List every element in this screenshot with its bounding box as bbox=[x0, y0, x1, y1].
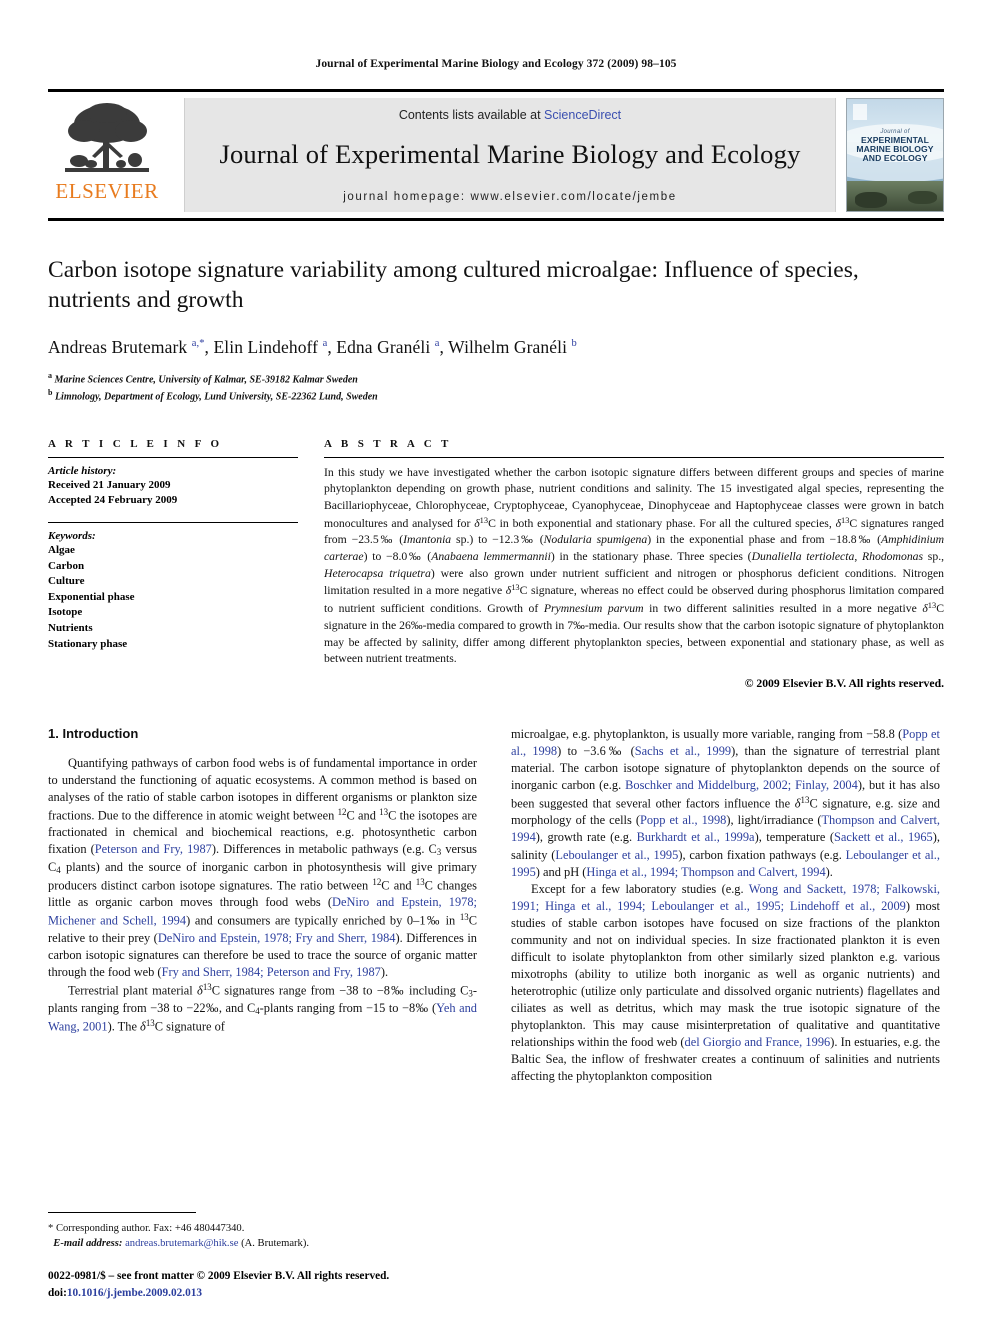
footnote-area: * Corresponding author. Fax: +46 4804473… bbox=[48, 1211, 477, 1301]
affiliation-a-marker: a bbox=[48, 371, 52, 381]
cover-elsevier-mark-icon bbox=[853, 104, 867, 120]
body-column-left: 1. Introduction Quantifying pathways of … bbox=[48, 726, 477, 1085]
email-note: E-mail address: andreas.brutemark@hik.se… bbox=[48, 1236, 477, 1251]
journal-masthead: ELSEVIER Contents lists available at Sci… bbox=[48, 89, 944, 218]
title-block: Carbon isotope signature variability amo… bbox=[48, 255, 944, 405]
keyword-item: Isotope bbox=[48, 606, 83, 619]
cover-title: Journal of EXPERIMENTAL MARINE BIOLOGY A… bbox=[847, 129, 943, 163]
keyword-item: Nutrients bbox=[48, 622, 93, 635]
body-columns: 1. Introduction Quantifying pathways of … bbox=[48, 726, 944, 1085]
article-page: Journal of Experimental Marine Biology a… bbox=[0, 0, 992, 1323]
keywords-label: Keywords: bbox=[48, 530, 96, 543]
abstract-copyright: © 2009 Elsevier B.V. All rights reserved… bbox=[744, 676, 944, 690]
paragraph: Terrestrial plant material δ13C signatur… bbox=[48, 982, 478, 1034]
sciencedirect-link[interactable]: ScienceDirect bbox=[544, 108, 621, 122]
article-info-heading: A R T I C L E I N F O bbox=[48, 437, 223, 450]
contents-prefix: Contents lists available at bbox=[398, 107, 545, 122]
corresponding-author-note: * Corresponding author. Fax: +46 4804473… bbox=[48, 1222, 245, 1234]
abstract-rule bbox=[324, 456, 944, 458]
paragraph: Except for a few laboratory studies (e.g… bbox=[511, 881, 940, 1084]
page-title: Carbon isotope signature variability amo… bbox=[48, 257, 859, 314]
article-history-accepted: Accepted 24 February 2009 bbox=[48, 494, 178, 507]
journal-cover-thumbnail[interactable]: Journal of EXPERIMENTAL MARINE BIOLOGY A… bbox=[846, 98, 944, 212]
running-head: Journal of Experimental Marine Biology a… bbox=[315, 58, 677, 70]
abstract-body: In this study we have investigated wheth… bbox=[324, 465, 945, 666]
abstract-column: A B S T R A C T In this study we have in… bbox=[324, 438, 944, 690]
keyword-item: Algae bbox=[48, 544, 75, 557]
info-abstract-row: A R T I C L E I N F O Article history: R… bbox=[48, 438, 944, 690]
keyword-item: Exponential phase bbox=[48, 590, 135, 603]
article-history-label: Article history: bbox=[48, 464, 117, 477]
affiliation-list: a Marine Sciences Centre, University of … bbox=[48, 370, 944, 405]
affiliation-b: b Limnology, Department of Ecology, Lund… bbox=[48, 387, 944, 404]
keyword-item: Stationary phase bbox=[48, 637, 128, 650]
doi-line: doi:10.1016/j.jembe.2009.02.013 bbox=[48, 1285, 477, 1301]
journal-band: Contents lists available at ScienceDirec… bbox=[184, 98, 836, 212]
footnote-rule bbox=[48, 1211, 196, 1213]
abstract-heading: A B S T R A C T bbox=[324, 437, 452, 450]
email-link[interactable]: andreas.brutemark@hik.se bbox=[125, 1238, 238, 1249]
email-suffix: (A. Brutemark). bbox=[241, 1238, 310, 1249]
article-info-column: A R T I C L E I N F O Article history: R… bbox=[48, 438, 298, 690]
keyword-item: Carbon bbox=[48, 559, 85, 572]
elsevier-logo: ELSEVIER bbox=[48, 92, 166, 218]
article-info-rule-top bbox=[48, 456, 298, 458]
paragraph: Quantifying pathways of carbon food webs… bbox=[48, 755, 478, 979]
keywords-block: Keywords: Algae Carbon Culture Exponenti… bbox=[48, 522, 298, 652]
affiliation-b-text: Limnology, Department of Ecology, Lund U… bbox=[54, 391, 378, 403]
elsevier-wordmark: ELSEVIER bbox=[55, 179, 159, 203]
email-label: E-mail address: bbox=[53, 1238, 123, 1249]
paragraph: microalgae, e.g. phytoplankton, is usual… bbox=[511, 726, 941, 879]
cover-rock-right bbox=[908, 190, 938, 205]
body-column-right: microalgae, e.g. phytoplankton, is usual… bbox=[511, 726, 940, 1085]
cover-title-line4: AND ECOLOGY bbox=[862, 153, 928, 164]
author-list: Andreas Brutemark a,*, Elin Lindehoff a,… bbox=[48, 337, 577, 358]
affiliation-a: a Marine Sciences Centre, University of … bbox=[48, 370, 944, 387]
imprint-block: 0022-0981/$ – see front matter © 2009 El… bbox=[48, 1268, 477, 1301]
journal-homepage-line[interactable]: journal homepage: www.elsevier.com/locat… bbox=[343, 191, 676, 203]
affiliation-b-marker: b bbox=[48, 388, 53, 398]
doi-link[interactable]: 10.1016/j.jembe.2009.02.013 bbox=[67, 1287, 202, 1299]
elsevier-tree-icon bbox=[59, 98, 155, 180]
imprint-front-matter: 0022-0981/$ – see front matter © 2009 El… bbox=[48, 1270, 390, 1283]
affiliation-a-text: Marine Sciences Centre, University of Ka… bbox=[54, 374, 358, 386]
article-history-received: Received 21 January 2009 bbox=[48, 478, 171, 491]
masthead-bottom-rule bbox=[48, 218, 944, 221]
journal-title: Journal of Experimental Marine Biology a… bbox=[219, 138, 801, 169]
keywords-rule bbox=[48, 522, 298, 524]
keyword-item: Culture bbox=[48, 575, 85, 588]
cover-rock-left bbox=[854, 191, 888, 208]
contents-available-line: Contents lists available at ScienceDirec… bbox=[399, 108, 621, 122]
doi-label: doi: bbox=[48, 1286, 67, 1299]
section-heading-introduction: 1. Introduction bbox=[48, 725, 139, 741]
